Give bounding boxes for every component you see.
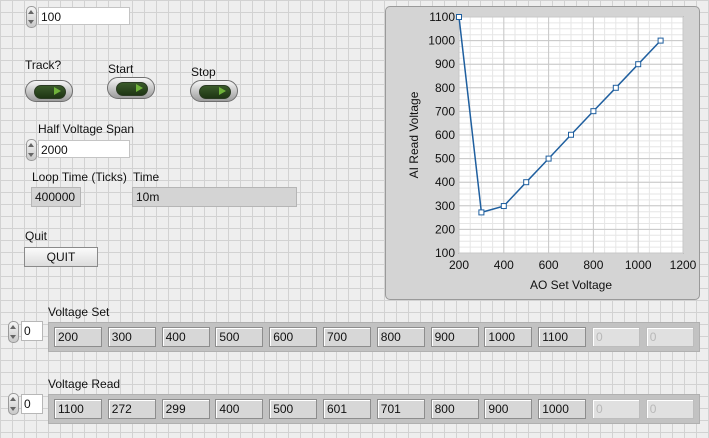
y-tick-label: 500 [435,152,455,166]
track-led [34,85,66,99]
array-cell: 800 [430,399,479,419]
array-cell: 900 [484,399,533,419]
voltage-read-array: 1100 272 299 400 500 601 701 800 900 1000 0 0 [48,394,700,424]
array-cell: 200 [54,327,102,347]
array-cell: 700 [323,327,371,347]
track-label: Track? [25,58,62,72]
array-cell: 500 [215,327,264,347]
x-tick-label: 400 [494,258,514,272]
array-cell: 400 [161,327,210,347]
y-tick-label: 600 [435,128,455,142]
voltage-read-label: Voltage Read [48,377,121,391]
half-voltage-span-label: Half Voltage Span [38,122,135,136]
voltage-set-array: 200 300 400 500 600 700 800 900 1000 1100 0 0 [48,322,700,352]
data-point [568,131,574,138]
time-label: Time [133,170,160,184]
y-tick-label: 800 [435,81,455,95]
start-button[interactable] [107,77,155,99]
array-cell: 0 [645,399,694,419]
y-tick-label: 700 [435,104,455,118]
data-point [456,14,462,20]
data-point [523,179,530,186]
data-point [635,61,642,68]
array-cell: 601 [323,399,371,419]
time-indicator: 10m [132,187,297,207]
half-voltage-span-input[interactable]: 2000 [38,140,130,158]
x-tick-label: 1200 [670,258,697,272]
x-tick-label: 200 [449,258,469,272]
play-arrow-icon [54,87,61,95]
start-label: Start [108,62,134,76]
data-point [478,209,485,216]
top-control-spinner[interactable] [26,6,37,28]
xy-graph-frame: 200 400 600 800 1000 1200 100 200 300 400 500 600 70… [385,6,700,300]
x-tick-label: 1000 [625,258,652,272]
play-arrow-icon [219,87,226,95]
loop-time-indicator: 400000 [31,187,81,207]
y-axis-label: AI Read Voltage [407,91,421,178]
x-axis-label: AO Set Voltage [530,278,612,292]
start-led [116,82,148,96]
data-point [500,203,507,210]
array-cell: 300 [107,327,156,347]
stop-label: Stop [191,65,216,79]
array-cell: 800 [376,327,425,347]
array-cell: 1000 [538,399,587,419]
voltage-set-label: Voltage Set [48,305,110,319]
xy-graph: 200 400 600 800 1000 120010020030040050060070… [407,10,697,292]
quit-label: Quit [25,229,48,243]
array-cell: 0 [592,327,640,347]
array-cell: 299 [161,399,210,419]
quit-button[interactable]: QUIT [24,247,98,267]
top-control-input[interactable]: 100 [38,7,130,25]
array-cell: 0 [645,327,694,347]
x-tick-label: 600 [539,258,559,272]
data-point [612,84,619,91]
voltage-set-index-spinner[interactable] [8,321,19,343]
loop-time-label: Loop Time (Ticks) [32,170,127,184]
y-tick-label: 400 [435,175,455,189]
array-cell: 0 [592,399,640,419]
play-arrow-icon [136,84,143,92]
y-tick-label: 100 [435,246,455,260]
array-cell: 1100 [54,399,102,419]
track-button[interactable] [25,80,73,102]
voltage-set-index[interactable]: 0 [21,321,43,341]
voltage-read-index-spinner[interactable] [8,393,19,415]
y-tick-label: 200 [435,222,455,236]
array-cell: 1000 [484,327,533,347]
array-cell: 272 [107,399,156,419]
voltage-read-index[interactable]: 0 [21,394,43,414]
array-cell: 1100 [538,327,587,347]
stop-led [199,85,231,99]
array-cell: 400 [215,399,264,419]
half-voltage-span-spinner[interactable] [26,139,37,161]
array-cell: 900 [430,327,479,347]
y-tick-label: 300 [435,199,455,213]
data-point [657,37,664,44]
data-point [590,108,597,115]
array-cell: 701 [376,399,425,419]
y-tick-label: 1100 [429,10,455,24]
x-tick-label: 800 [583,258,603,272]
data-point [545,155,552,162]
array-cell: 600 [269,327,318,347]
y-tick-label: 1000 [428,34,455,48]
y-tick-label: 900 [435,57,455,71]
array-cell: 500 [269,399,318,419]
stop-button[interactable] [190,80,238,102]
